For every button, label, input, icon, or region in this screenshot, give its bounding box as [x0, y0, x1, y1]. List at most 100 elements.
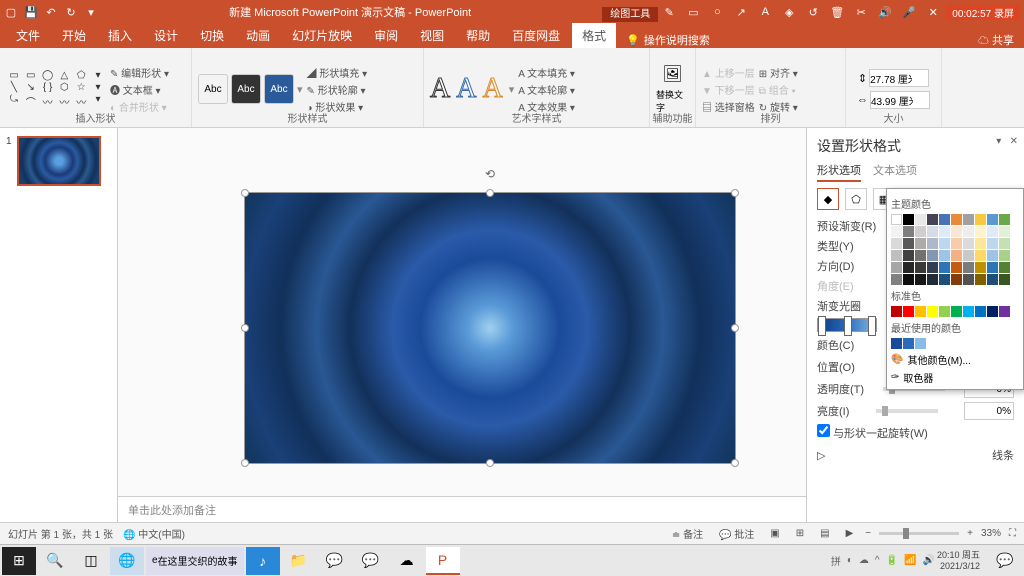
undo-icon[interactable]: ↶ [44, 5, 58, 19]
resize-handle-se[interactable] [731, 459, 739, 467]
annot-circle-icon[interactable]: ○ [706, 2, 728, 22]
taskbar-app-files[interactable]: 📁 [282, 547, 316, 575]
annot-arrow-icon[interactable]: ↗ [730, 2, 752, 22]
tab-home[interactable]: 开始 [52, 23, 96, 48]
tab-insert[interactable]: 插入 [98, 23, 142, 48]
alt-text-icon[interactable]: 🖼 [662, 64, 682, 84]
taskbar-app-ie[interactable]: e 在这里交织的故事 [146, 547, 244, 575]
normal-view-icon[interactable]: ▣ [766, 528, 783, 539]
resize-handle-nw[interactable] [241, 189, 249, 197]
align-button[interactable]: ⊞ 对齐 ▾ [759, 65, 798, 80]
tray-icon-2[interactable]: ☁ [859, 555, 869, 566]
shape-style-gallery[interactable]: AbcAbcAbc▾ [198, 74, 303, 104]
edit-shape-button[interactable]: ✎ 编辑形状 ▾ [110, 65, 169, 80]
width-input[interactable] [870, 91, 930, 109]
text-fill-button[interactable]: A 文本填充 ▾ [518, 65, 575, 80]
text-options-tab[interactable]: 文本选项 [873, 162, 917, 182]
effects-icon[interactable]: ⬠ [845, 188, 867, 210]
brightness-input[interactable] [964, 402, 1014, 420]
tab-slideshow[interactable]: 幻灯片放映 [282, 23, 362, 48]
standard-color-grid[interactable] [891, 306, 1019, 317]
tab-format[interactable]: 格式 [572, 23, 616, 48]
zoom-out-icon[interactable]: − [865, 528, 871, 539]
fit-to-window-icon[interactable]: ⛶ [1009, 528, 1016, 539]
recent-color-grid[interactable] [891, 338, 1019, 349]
eyedropper-button[interactable]: ✑ 取色器 [891, 370, 1019, 385]
theme-color-grid[interactable] [891, 214, 1019, 285]
tray-battery-icon[interactable]: 🔋 [886, 555, 898, 566]
reading-view-icon[interactable]: ▤ [816, 528, 833, 539]
bring-forward-button[interactable]: ▲ 上移一层 [702, 65, 755, 80]
notes-toggle[interactable]: ≐ 备注 [668, 526, 707, 541]
text-outline-button[interactable]: A 文本轮廓 ▾ [518, 82, 575, 97]
annot-text-icon[interactable]: A [754, 2, 776, 22]
wordart-gallery[interactable]: AAA▾ [430, 73, 514, 105]
more-colors-button[interactable]: 🎨 其他颜色(M)... [891, 352, 1019, 367]
annot-close-icon[interactable]: ✕ [922, 2, 944, 22]
redo-icon[interactable]: ↻ [64, 5, 78, 19]
resize-handle-e[interactable] [731, 324, 739, 332]
language-indicator[interactable]: 🌐 中文(中国) [123, 526, 185, 541]
autosave-icon[interactable]: ▢ [4, 5, 18, 19]
taskbar-clock[interactable]: 20:10 周五 2021/3/12 [937, 550, 986, 572]
tab-transitions[interactable]: 切换 [190, 23, 234, 48]
comments-toggle[interactable]: 💬 批注 [715, 526, 758, 541]
zoom-in-icon[interactable]: + [967, 528, 973, 539]
tray-input-icon[interactable]: 拼 [831, 553, 841, 568]
share-button[interactable]: ☁ 共享 [978, 32, 1024, 48]
resize-handle-n[interactable] [486, 189, 494, 197]
tab-view[interactable]: 视图 [410, 23, 454, 48]
line-section-label[interactable]: 线条 [992, 447, 1014, 463]
taskbar-app-music[interactable]: ♪ [246, 547, 280, 575]
shape-fill-button[interactable]: ◢ 形状填充 ▾ [307, 65, 368, 80]
brightness-slider[interactable] [876, 409, 938, 413]
annot-rect-icon[interactable]: ▭ [682, 2, 704, 22]
taskbar-app-wechat[interactable]: 💬 [318, 547, 352, 575]
tab-baidu[interactable]: 百度网盘 [502, 23, 570, 48]
recording-timer[interactable]: 00:02:57 录屏 [946, 5, 1020, 20]
sorter-view-icon[interactable]: ⊞ [792, 528, 808, 539]
resize-handle-sw[interactable] [241, 459, 249, 467]
annot-eraser-icon[interactable]: ◈ [778, 2, 800, 22]
text-box-button[interactable]: 🅐 文本框 ▾ [110, 82, 169, 97]
tab-file[interactable]: 文件 [6, 23, 50, 48]
annot-pen-icon[interactable]: ✎ [658, 2, 680, 22]
task-view-icon[interactable]: ◫ [74, 547, 108, 575]
pane-close-icon[interactable]: ▾ ✕ [996, 136, 1018, 147]
save-icon[interactable]: 💾 [24, 5, 38, 19]
taskbar-app-browser[interactable]: 🌐 [110, 547, 144, 575]
tray-volume-icon[interactable]: 🔊 [923, 555, 935, 566]
tab-review[interactable]: 审阅 [364, 23, 408, 48]
annot-mic-icon[interactable]: 🎤 [898, 2, 920, 22]
annot-back-icon[interactable]: ↺ [802, 2, 824, 22]
gradient-bar[interactable] [817, 318, 877, 332]
tray-icon-1[interactable]: ◐ [847, 555, 853, 566]
group-button[interactable]: ⧉ 组合 ▾ [759, 82, 798, 97]
annot-delete-icon[interactable]: 🗑 [826, 2, 848, 22]
resize-handle-s[interactable] [486, 459, 494, 467]
resize-handle-w[interactable] [241, 324, 249, 332]
height-input[interactable] [869, 69, 929, 87]
notes-pane[interactable]: 单击此处添加备注 [118, 496, 806, 522]
zoom-slider[interactable] [879, 532, 959, 535]
tab-animations[interactable]: 动画 [236, 23, 280, 48]
system-tray[interactable]: 拼 ◐ ☁ ^ 🔋 📶 🔊 [831, 553, 935, 568]
taskbar-app-cloud[interactable]: ☁ [390, 547, 424, 575]
qat-more-icon[interactable]: ▾ [84, 5, 98, 19]
tab-help[interactable]: 帮助 [456, 23, 500, 48]
selected-shape[interactable]: ⟲ [244, 192, 736, 464]
notification-icon[interactable]: 💬 [988, 547, 1022, 575]
shape-options-tab[interactable]: 形状选项 [817, 162, 861, 182]
rotation-handle-icon[interactable]: ⟲ [485, 167, 495, 181]
rotate-with-shape-checkbox[interactable]: 与形状一起旋转(W) [817, 424, 928, 441]
slide-canvas[interactable]: ⟲ 单击此处添加备注 [118, 128, 806, 522]
slideshow-view-icon[interactable]: ▶ [842, 528, 858, 539]
taskbar-app-powerpoint[interactable]: P [426, 547, 460, 575]
annot-audio-icon[interactable]: 🔊 [874, 2, 896, 22]
fill-line-icon[interactable]: ◆ [817, 188, 839, 210]
search-icon[interactable]: 🔍 [38, 547, 72, 575]
tray-up-icon[interactable]: ^ [875, 555, 880, 566]
shape-gallery[interactable]: ▭▭◯△⬠▾ ╲↘{ }⬡☆▾ ⤿⌒〰〰〰▾ [6, 70, 106, 109]
send-backward-button[interactable]: ▼ 下移一层 [702, 82, 755, 97]
start-button[interactable]: ⊞ [2, 547, 36, 575]
